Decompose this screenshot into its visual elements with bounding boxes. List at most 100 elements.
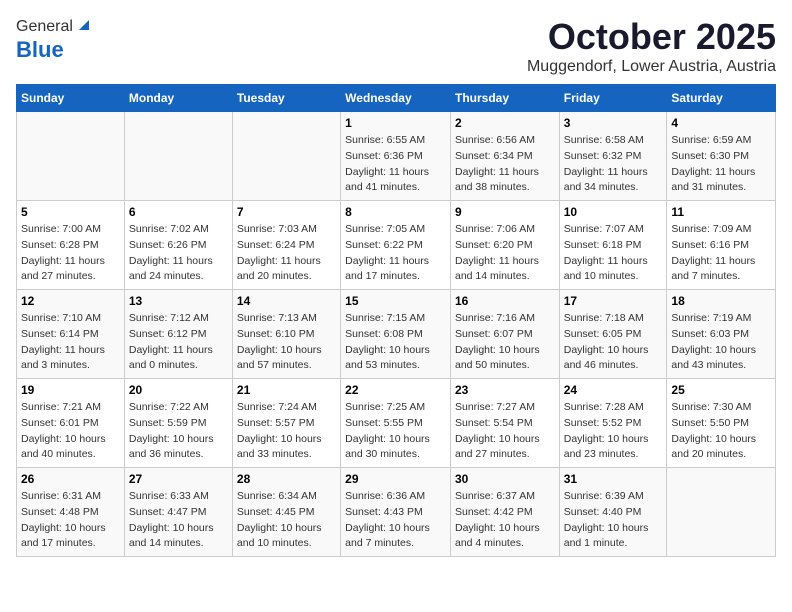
calendar-cell: 20 Sunrise: 7:22 AM Sunset: 5:59 PM Dayli… [124,379,232,468]
day-info: Sunrise: 7:16 AM Sunset: 6:07 PM Dayligh… [455,311,555,374]
day-number: 30 [455,472,555,486]
day-number: 9 [455,205,555,219]
calendar-cell: 1Sunrise: 6:55 AM Sunset: 6:36 PM Daylig… [341,112,451,201]
calendar-cell [17,112,125,201]
calendar-cell [667,468,776,557]
day-number: 7 [237,205,336,219]
day-number: 10 [564,205,663,219]
day-info: Sunrise: 7:15 AM Sunset: 6:08 PM Dayligh… [345,311,446,374]
logo-blue-text: Blue [16,37,64,63]
day-info: Sunrise: 7:09 AM Sunset: 6:16 PM Dayligh… [671,222,771,285]
calendar-table: SundayMondayTuesdayWednesdayThursdayFrid… [16,84,776,557]
logo-triangle-icon [75,16,91,32]
week-row-1: 1Sunrise: 6:55 AM Sunset: 6:36 PM Daylig… [17,112,776,201]
calendar-cell: 12 Sunrise: 7:10 AM Sunset: 6:14 PM Dayli… [17,290,125,379]
calendar-subtitle: Muggendorf, Lower Austria, Austria [527,58,776,76]
day-info: Sunrise: 7:25 AM Sunset: 5:55 PM Dayligh… [345,400,446,463]
day-number: 12 [21,294,120,308]
calendar-cell: 28 Sunrise: 6:34 AM Sunset: 4:45 PM Dayli… [232,468,340,557]
day-info: Sunrise: 7:21 AM Sunset: 6:01 PM Dayligh… [21,400,120,463]
day-number: 22 [345,383,446,397]
calendar-cell: 7 Sunrise: 7:03 AM Sunset: 6:24 PM Daylig… [232,201,340,290]
day-info: Sunrise: 7:22 AM Sunset: 5:59 PM Dayligh… [129,400,228,463]
day-info: Sunrise: 6:58 AM Sunset: 6:32 PM Dayligh… [564,133,663,196]
week-row-5: 26Sunrise: 6:31 AM Sunset: 4:48 PM Dayli… [17,468,776,557]
col-header-monday: Monday [124,85,232,112]
day-info: Sunrise: 6:59 AM Sunset: 6:30 PM Dayligh… [671,133,771,196]
calendar-cell: 23 Sunrise: 7:27 AM Sunset: 5:54 PM Dayli… [450,379,559,468]
day-number: 11 [671,205,771,219]
day-number: 29 [345,472,446,486]
col-header-saturday: Saturday [667,85,776,112]
day-number: 27 [129,472,228,486]
day-number: 19 [21,383,120,397]
calendar-cell: 11 Sunrise: 7:09 AM Sunset: 6:16 PM Dayli… [667,201,776,290]
day-info: Sunrise: 7:24 AM Sunset: 5:57 PM Dayligh… [237,400,336,463]
calendar-cell: 10 Sunrise: 7:07 AM Sunset: 6:18 PM Dayli… [559,201,667,290]
day-info: Sunrise: 7:05 AM Sunset: 6:22 PM Dayligh… [345,222,446,285]
day-number: 5 [21,205,120,219]
calendar-cell: 6 Sunrise: 7:02 AM Sunset: 6:26 PM Daylig… [124,201,232,290]
day-info: Sunrise: 7:02 AM Sunset: 6:26 PM Dayligh… [129,222,228,285]
day-info: Sunrise: 7:13 AM Sunset: 6:10 PM Dayligh… [237,311,336,374]
day-info: Sunrise: 6:39 AM Sunset: 4:40 PM Dayligh… [564,489,663,552]
day-number: 20 [129,383,228,397]
calendar-cell: 21 Sunrise: 7:24 AM Sunset: 5:57 PM Dayli… [232,379,340,468]
day-number: 2 [455,116,555,130]
calendar-cell: 5Sunrise: 7:00 AM Sunset: 6:28 PM Daylig… [17,201,125,290]
day-number: 23 [455,383,555,397]
col-header-thursday: Thursday [450,85,559,112]
day-number: 3 [564,116,663,130]
day-info: Sunrise: 6:36 AM Sunset: 4:43 PM Dayligh… [345,489,446,552]
col-header-tuesday: Tuesday [232,85,340,112]
calendar-cell: 17Sunrise: 7:18 AM Sunset: 6:05 PM Dayli… [559,290,667,379]
day-info: Sunrise: 6:56 AM Sunset: 6:34 PM Dayligh… [455,133,555,196]
day-number: 1 [345,116,446,130]
day-number: 17 [564,294,663,308]
day-info: Sunrise: 7:06 AM Sunset: 6:20 PM Dayligh… [455,222,555,285]
day-number: 6 [129,205,228,219]
day-info: Sunrise: 7:10 AM Sunset: 6:14 PM Dayligh… [21,311,120,374]
day-number: 13 [129,294,228,308]
calendar-cell: 27 Sunrise: 6:33 AM Sunset: 4:47 PM Dayli… [124,468,232,557]
calendar-title: October 2025 [527,16,776,58]
calendar-cell: 29 Sunrise: 6:36 AM Sunset: 4:43 PM Dayli… [341,468,451,557]
calendar-cell [124,112,232,201]
calendar-cell: 18Sunrise: 7:19 AM Sunset: 6:03 PM Dayli… [667,290,776,379]
calendar-cell: 14 Sunrise: 7:13 AM Sunset: 6:10 PM Dayli… [232,290,340,379]
calendar-cell: 2 Sunrise: 6:56 AM Sunset: 6:34 PM Daylig… [450,112,559,201]
calendar-cell: 3 Sunrise: 6:58 AM Sunset: 6:32 PM Daylig… [559,112,667,201]
day-number: 15 [345,294,446,308]
day-number: 25 [671,383,771,397]
calendar-header-row: SundayMondayTuesdayWednesdayThursdayFrid… [17,85,776,112]
day-number: 8 [345,205,446,219]
day-number: 28 [237,472,336,486]
day-info: Sunrise: 6:34 AM Sunset: 4:45 PM Dayligh… [237,489,336,552]
day-info: Sunrise: 7:19 AM Sunset: 6:03 PM Dayligh… [671,311,771,374]
col-header-friday: Friday [559,85,667,112]
col-header-wednesday: Wednesday [341,85,451,112]
day-number: 24 [564,383,663,397]
calendar-cell: 8 Sunrise: 7:05 AM Sunset: 6:22 PM Daylig… [341,201,451,290]
calendar-cell: 19 Sunrise: 7:21 AM Sunset: 6:01 PM Dayli… [17,379,125,468]
col-header-sunday: Sunday [17,85,125,112]
week-row-4: 19 Sunrise: 7:21 AM Sunset: 6:01 PM Dayli… [17,379,776,468]
logo: General Blue [16,16,91,63]
day-number: 14 [237,294,336,308]
day-info: Sunrise: 7:12 AM Sunset: 6:12 PM Dayligh… [129,311,228,374]
week-row-3: 12 Sunrise: 7:10 AM Sunset: 6:14 PM Dayli… [17,290,776,379]
day-info: Sunrise: 7:07 AM Sunset: 6:18 PM Dayligh… [564,222,663,285]
calendar-cell: 4Sunrise: 6:59 AM Sunset: 6:30 PM Daylig… [667,112,776,201]
day-info: Sunrise: 6:33 AM Sunset: 4:47 PM Dayligh… [129,489,228,552]
day-number: 16 [455,294,555,308]
calendar-cell: 16 Sunrise: 7:16 AM Sunset: 6:07 PM Dayli… [450,290,559,379]
day-number: 21 [237,383,336,397]
day-info: Sunrise: 7:03 AM Sunset: 6:24 PM Dayligh… [237,222,336,285]
calendar-cell: 22 Sunrise: 7:25 AM Sunset: 5:55 PM Dayli… [341,379,451,468]
calendar-cell: 24Sunrise: 7:28 AM Sunset: 5:52 PM Dayli… [559,379,667,468]
calendar-cell: 9 Sunrise: 7:06 AM Sunset: 6:20 PM Daylig… [450,201,559,290]
calendar-cell [232,112,340,201]
day-info: Sunrise: 7:27 AM Sunset: 5:54 PM Dayligh… [455,400,555,463]
calendar-cell: 31Sunrise: 6:39 AM Sunset: 4:40 PM Dayli… [559,468,667,557]
calendar-cell: 25Sunrise: 7:30 AM Sunset: 5:50 PM Dayli… [667,379,776,468]
